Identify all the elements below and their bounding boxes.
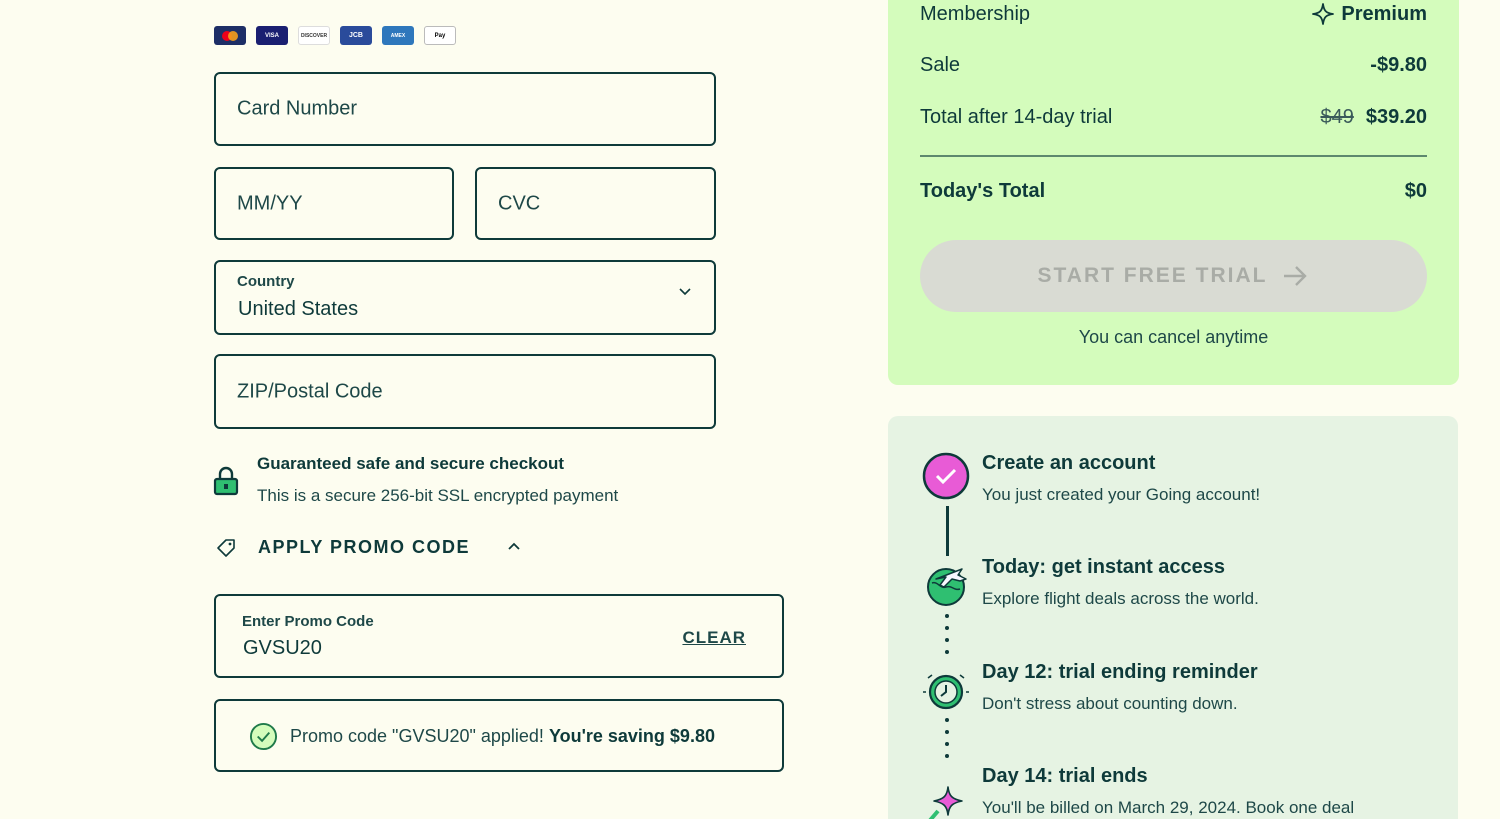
apply-promo-toggle[interactable]: APPLY PROMO CODE bbox=[258, 537, 470, 558]
promo-code-field[interactable]: Enter Promo Code GVSU20 CLEAR bbox=[214, 594, 784, 678]
timeline-step: Create an account You just created your … bbox=[982, 452, 1260, 505]
step-description: Don't stress about counting down. bbox=[982, 694, 1238, 713]
total-after-trial-row: Total after 14-day trial $49 $39.20 bbox=[920, 106, 1427, 129]
expiry-placeholder: MM/YY bbox=[237, 192, 303, 214]
lock-icon bbox=[213, 466, 239, 496]
promo-saving-text: You're saving $9.80 bbox=[548, 726, 715, 746]
chevron-down-icon bbox=[679, 288, 691, 296]
check-circle-icon bbox=[922, 452, 970, 500]
jcb-icon: JCB bbox=[340, 26, 372, 45]
step-description: Explore flight deals across the world. bbox=[982, 589, 1259, 608]
promo-applied-message: Promo code "GVSU20" applied! bbox=[290, 726, 544, 746]
sale-value: -$9.80 bbox=[1370, 54, 1427, 76]
arrow-right-icon bbox=[1284, 266, 1308, 286]
alarm-clock-icon bbox=[923, 674, 969, 710]
promo-code-label: Enter Promo Code bbox=[242, 613, 374, 630]
timeline-step: Day 14: trial ends You'll be billed on M… bbox=[982, 765, 1354, 818]
globe-plane-icon bbox=[927, 568, 967, 606]
promo-code-value: GVSU20 bbox=[243, 637, 322, 659]
amex-icon: AMEX bbox=[382, 26, 414, 45]
sale-label: Sale bbox=[920, 54, 961, 76]
tag-icon[interactable] bbox=[215, 537, 237, 559]
promo-applied-text: Promo code "GVSU20" applied! You're savi… bbox=[290, 726, 715, 747]
todays-total-value: $0 bbox=[1404, 180, 1427, 202]
expiry-field[interactable]: MM/YY bbox=[214, 167, 454, 240]
timeline-step: Today: get instant access Explore flight… bbox=[982, 556, 1259, 609]
check-circle-icon bbox=[249, 722, 278, 751]
cvc-placeholder: CVC bbox=[498, 192, 541, 214]
step-description: You'll be billed on March 29, 2024. Book… bbox=[982, 798, 1355, 817]
membership-row: Membership Premium bbox=[920, 2, 1427, 26]
step-title: Day 14: trial ends bbox=[982, 765, 1148, 787]
promo-applied-banner: Promo code "GVSU20" applied! You're savi… bbox=[214, 699, 784, 772]
chevron-up-icon[interactable] bbox=[506, 538, 522, 554]
sparkle-wand-icon bbox=[928, 786, 963, 819]
cvc-field[interactable]: CVC bbox=[475, 167, 716, 240]
zip-placeholder: ZIP/Postal Code bbox=[237, 380, 383, 402]
total-after-value: $49 $39.20 bbox=[1320, 106, 1427, 129]
country-value: United States bbox=[238, 298, 359, 320]
trial-timeline: Create an account You just created your … bbox=[888, 416, 1458, 819]
step-title: Create an account bbox=[982, 452, 1156, 474]
secure-checkout-subtitle: This is a secure 256-bit SSL encrypted p… bbox=[257, 486, 619, 505]
membership-label: Membership bbox=[920, 2, 1031, 25]
cancel-note: You can cancel anytime bbox=[1078, 327, 1269, 347]
total-after-label: Total after 14-day trial bbox=[920, 106, 1113, 128]
country-select[interactable]: Country United States bbox=[214, 260, 716, 335]
step-title: Today: get instant access bbox=[982, 556, 1226, 578]
secure-checkout-title: Guaranteed safe and secure checkout bbox=[257, 454, 565, 473]
step-description: You just created your Going account! bbox=[982, 485, 1261, 504]
start-free-trial-label: START FREE TRIAL bbox=[1037, 264, 1268, 287]
sparkle-icon bbox=[1312, 3, 1335, 25]
start-free-trial-button[interactable]: START FREE TRIAL bbox=[920, 240, 1427, 312]
discover-icon: DISCOVER bbox=[298, 26, 330, 45]
payment-cards: VISA DISCOVER JCB AMEX Pay bbox=[214, 26, 456, 45]
apple-pay-icon: Pay bbox=[424, 26, 456, 45]
zip-field[interactable]: ZIP/Postal Code bbox=[214, 354, 716, 429]
sale-row: Sale -$9.80 bbox=[920, 54, 1427, 77]
visa-icon: VISA bbox=[256, 26, 288, 45]
original-price: $49 bbox=[1320, 106, 1354, 128]
timeline-connector bbox=[945, 718, 950, 766]
todays-total-label: Today's Total bbox=[920, 180, 1046, 202]
country-label: Country bbox=[237, 273, 295, 290]
summary-divider bbox=[920, 155, 1427, 157]
timeline-step: Day 12: trial ending reminder Don't stre… bbox=[982, 661, 1258, 714]
clear-promo-button[interactable]: CLEAR bbox=[682, 628, 746, 648]
membership-tier: Premium bbox=[1341, 2, 1427, 25]
discounted-price: $39.20 bbox=[1365, 106, 1427, 128]
timeline-connector bbox=[946, 506, 949, 556]
step-title: Day 12: trial ending reminder bbox=[982, 661, 1258, 683]
mastercard-icon bbox=[214, 26, 246, 45]
card-number-placeholder: Card Number bbox=[237, 97, 358, 120]
todays-total-row: Today's Total $0 bbox=[920, 180, 1427, 203]
order-summary: Membership Premium Sale -$9.80 Total aft… bbox=[888, 0, 1459, 385]
card-number-field[interactable]: Card Number bbox=[214, 72, 716, 146]
membership-value: Premium bbox=[1311, 2, 1427, 26]
timeline-connector bbox=[945, 614, 950, 662]
